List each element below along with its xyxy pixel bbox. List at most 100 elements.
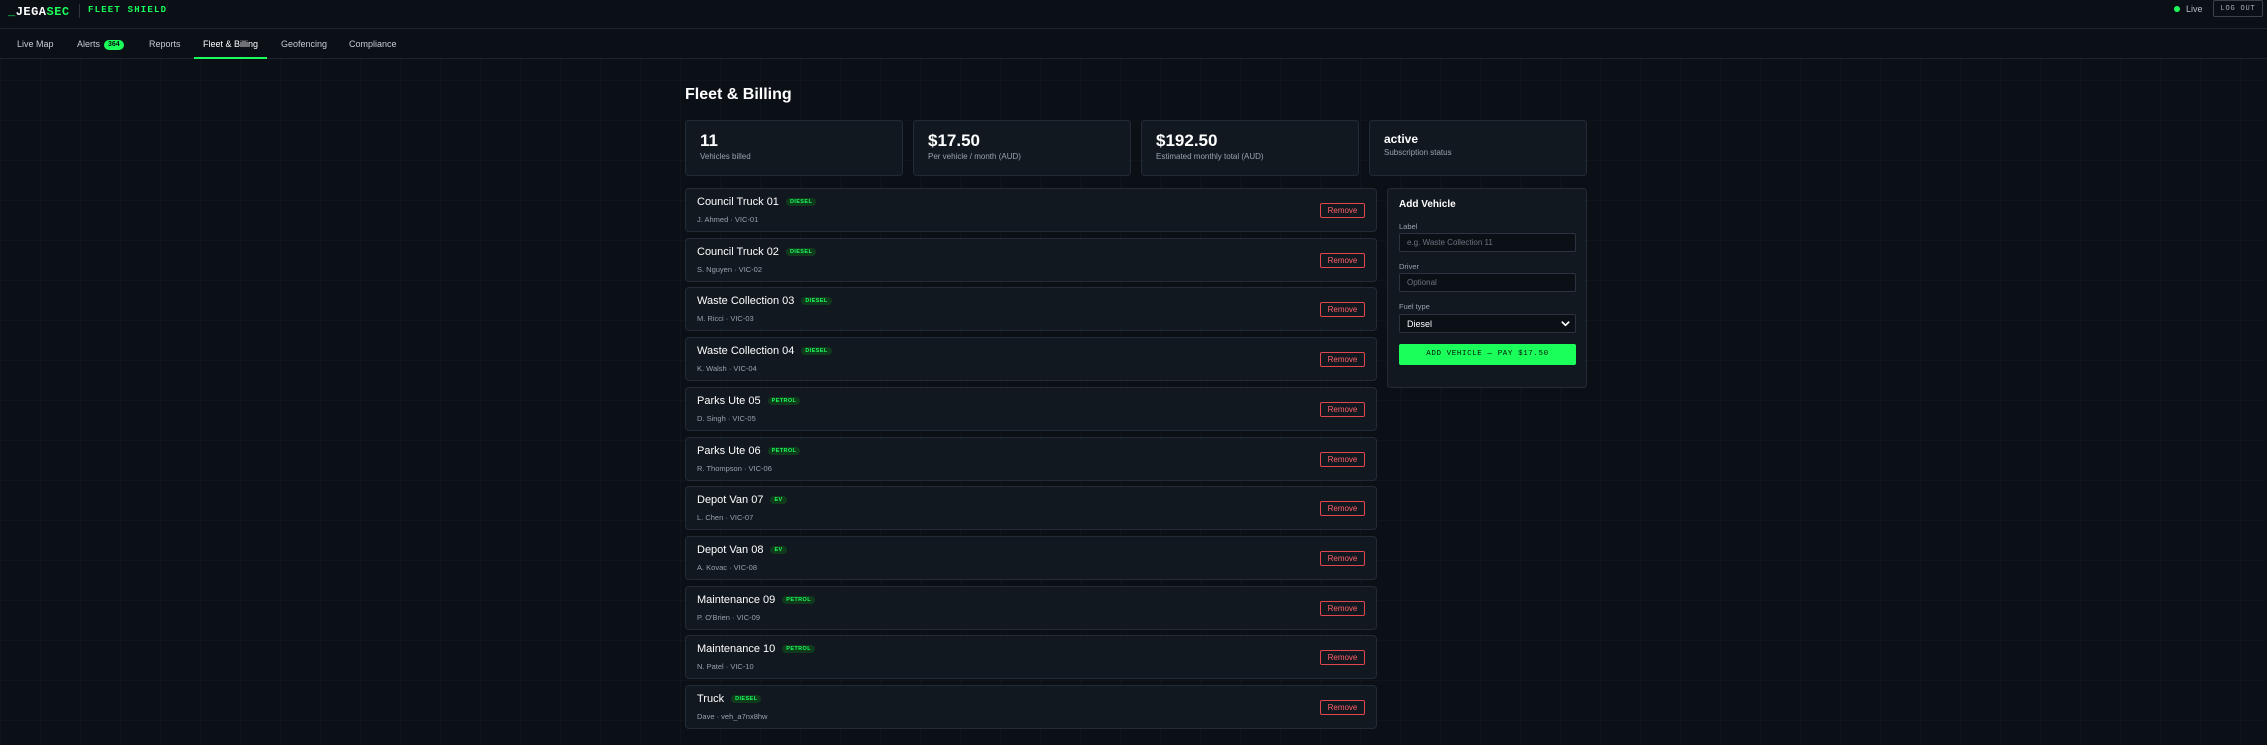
vehicle-name: Waste Collection 04 — [697, 345, 795, 358]
vehicle-row: Waste Collection 03 DIESEL M. Ricci · VIC… — [685, 287, 1377, 332]
remove-vehicle-button[interactable]: Remove — [1320, 302, 1365, 318]
vehicle-name-line: Council Truck 02 DIESEL — [697, 245, 817, 258]
fuel-badge: DIESEL — [785, 198, 817, 206]
fuel-type-select[interactable]: Diesel — [1399, 314, 1576, 333]
tab-label: Live Map — [17, 39, 54, 49]
vehicle-subtitle: N. Patel · VIC-10 — [697, 662, 754, 672]
driver-input[interactable] — [1399, 273, 1576, 292]
vehicle-row: Truck DIESEL Dave · veh_a7nx8hw Remove — [685, 685, 1377, 729]
vehicle-subtitle: J. Ahmed · VIC-01 — [697, 215, 759, 224]
fuel-type-selected-value: Diesel — [1407, 319, 1433, 329]
fuel-badge: PETROL — [782, 595, 815, 604]
product-name: FLEET SHIELD — [88, 5, 168, 15]
stat-label: Vehicles billed — [700, 152, 751, 161]
fuel-badge: PETROL — [767, 446, 801, 455]
brand-divider — [79, 4, 80, 18]
vehicle-row: Depot Van 08 EV A. Kovac · VIC-08 Remove — [685, 535, 1377, 580]
vehicle-row: Maintenance 10 PETROL N. Patel · VIC-10 R… — [685, 635, 1377, 680]
fuel-type-field-label: Fuel type — [1399, 302, 1430, 311]
vehicle-subtitle: K. Walsh · VIC-04 — [697, 364, 757, 374]
stat-label: Per vehicle / month (AUD) — [928, 152, 1021, 161]
add-vehicle-panel: Add Vehicle Label Driver Fuel type Diese… — [1387, 188, 1587, 388]
tab-label: Compliance — [349, 39, 397, 49]
remove-vehicle-button[interactable]: Remove — [1320, 650, 1365, 666]
tab-compliance[interactable]: Compliance — [349, 29, 397, 59]
remove-vehicle-button[interactable]: Remove — [1320, 252, 1365, 268]
vehicle-row: Parks Ute 06 PETROL R. Thompson · VIC-06 … — [685, 436, 1377, 481]
tab-geofencing[interactable]: Geofencing — [281, 29, 327, 59]
fuel-badge: DIESEL — [801, 347, 832, 356]
remove-vehicle-button[interactable]: Remove — [1320, 600, 1365, 616]
tab-alerts[interactable]: Alerts 364 — [77, 29, 124, 59]
logout-button[interactable]: LOG OUT — [2213, 0, 2263, 17]
tab-fleet-billing[interactable]: Fleet & Billing — [194, 29, 268, 59]
vehicle-subtitle: R. Thompson · VIC-06 — [697, 463, 772, 473]
live-label: Live — [2186, 4, 2203, 14]
vehicle-subtitle: M. Ricci · VIC-03 — [697, 314, 754, 324]
stat-card-vehicles-billed: 11 Vehicles billed — [685, 120, 903, 176]
live-dot-icon — [2174, 6, 2180, 12]
remove-vehicle-button[interactable]: Remove — [1320, 401, 1365, 417]
remove-vehicle-button[interactable]: Remove — [1320, 550, 1365, 566]
vehicle-row: Depot Van 07 EV L. Chen · VIC-07 Remove — [685, 486, 1377, 531]
vehicle-name: Council Truck 02 — [697, 245, 779, 258]
stat-value: 11 — [700, 131, 718, 150]
stat-label: Estimated monthly total (AUD) — [1156, 152, 1264, 161]
vehicle-name: Truck — [697, 693, 725, 705]
vehicle-name: Depot Van 08 — [697, 543, 764, 556]
vehicle-name: Maintenance 10 — [697, 643, 776, 656]
vehicle-name-line: Waste Collection 04 DIESEL — [697, 345, 832, 357]
vehicle-name: Parks Ute 06 — [697, 444, 761, 457]
vehicle-row: Council Truck 02 DIESEL S. Nguyen · VIC-0… — [685, 237, 1377, 282]
main-nav: Live Map Alerts 364 Reports Fleet & Billi… — [0, 29, 2267, 59]
vehicle-name-line: Parks Ute 06 PETROL — [697, 444, 801, 457]
chevron-down-icon — [1561, 321, 1570, 327]
add-vehicle-button[interactable]: ADD VEHICLE — PAY $17.50 — [1399, 344, 1576, 365]
vehicle-subtitle: P. O'Brien · VIC-09 — [697, 612, 760, 622]
vehicle-row: Waste Collection 04 DIESEL K. Walsh · VIC… — [685, 337, 1377, 382]
tab-label: Fleet & Billing — [203, 39, 259, 49]
vehicle-row: Parks Ute 05 PETROL D. Singh · VIC-05 Rem… — [685, 386, 1377, 431]
fuel-badge: DIESEL — [801, 297, 832, 306]
vehicle-name: Depot Van 07 — [697, 494, 764, 507]
tab-label: Geofencing — [281, 39, 328, 49]
fuel-badge: DIESEL — [731, 695, 762, 703]
vehicle-name-line: Waste Collection 03 DIESEL — [697, 295, 832, 307]
vehicle-name-line: Depot Van 07 EV — [697, 494, 787, 506]
fuel-badge: EV — [770, 496, 787, 505]
vehicle-name: Maintenance 09 — [697, 593, 776, 606]
brand-logo[interactable]: _JEGASEC — [8, 5, 70, 19]
fuel-badge: PETROL — [782, 645, 815, 654]
vehicle-row: Council Truck 01 DIESEL J. Ahmed · VIC-01… — [685, 188, 1377, 232]
stat-value: active — [1384, 132, 1419, 146]
label-field-label: Label — [1399, 222, 1418, 231]
vehicle-subtitle: L. Chen · VIC-07 — [697, 513, 754, 523]
fuel-badge: EV — [770, 545, 787, 554]
stat-card-per-vehicle: $17.50 Per vehicle / month (AUD) — [913, 120, 1131, 176]
vehicle-name: Waste Collection 03 — [697, 295, 795, 308]
tab-live-map[interactable]: Live Map — [17, 29, 54, 59]
vehicle-label-input[interactable] — [1399, 233, 1576, 252]
vehicle-name-line: Maintenance 09 PETROL — [697, 594, 815, 606]
tab-reports[interactable]: Reports — [149, 29, 181, 59]
remove-vehicle-button[interactable]: Remove — [1320, 203, 1365, 218]
vehicle-name-line: Council Truck 01 DIESEL — [697, 196, 817, 208]
remove-vehicle-button[interactable]: Remove — [1320, 352, 1365, 368]
remove-vehicle-button[interactable]: Remove — [1320, 451, 1365, 467]
brand-main: JEGA — [15, 5, 47, 19]
add-vehicle-title: Add Vehicle — [1399, 199, 1456, 210]
remove-vehicle-button[interactable]: Remove — [1320, 700, 1365, 715]
stat-label: Subscription status — [1384, 148, 1452, 157]
tab-label: Reports — [149, 39, 181, 49]
vehicle-name-line: Maintenance 10 PETROL — [697, 643, 815, 655]
fuel-badge: DIESEL — [785, 247, 817, 256]
stat-value: $17.50 — [928, 131, 980, 150]
stat-value: $192.50 — [1156, 131, 1218, 150]
vehicle-subtitle: Dave · veh_a7nx8hw — [697, 712, 768, 721]
brand-accent: SEC — [46, 5, 70, 19]
top-bar: _JEGASEC FLEET SHIELD Live LOG OUT — [0, 0, 2267, 29]
remove-vehicle-button[interactable]: Remove — [1320, 501, 1365, 517]
fuel-badge: PETROL — [767, 396, 801, 405]
vehicle-row: Maintenance 09 PETROL P. O'Brien · VIC-09… — [685, 585, 1377, 630]
stat-card-subscription-status: active Subscription status — [1369, 120, 1587, 176]
